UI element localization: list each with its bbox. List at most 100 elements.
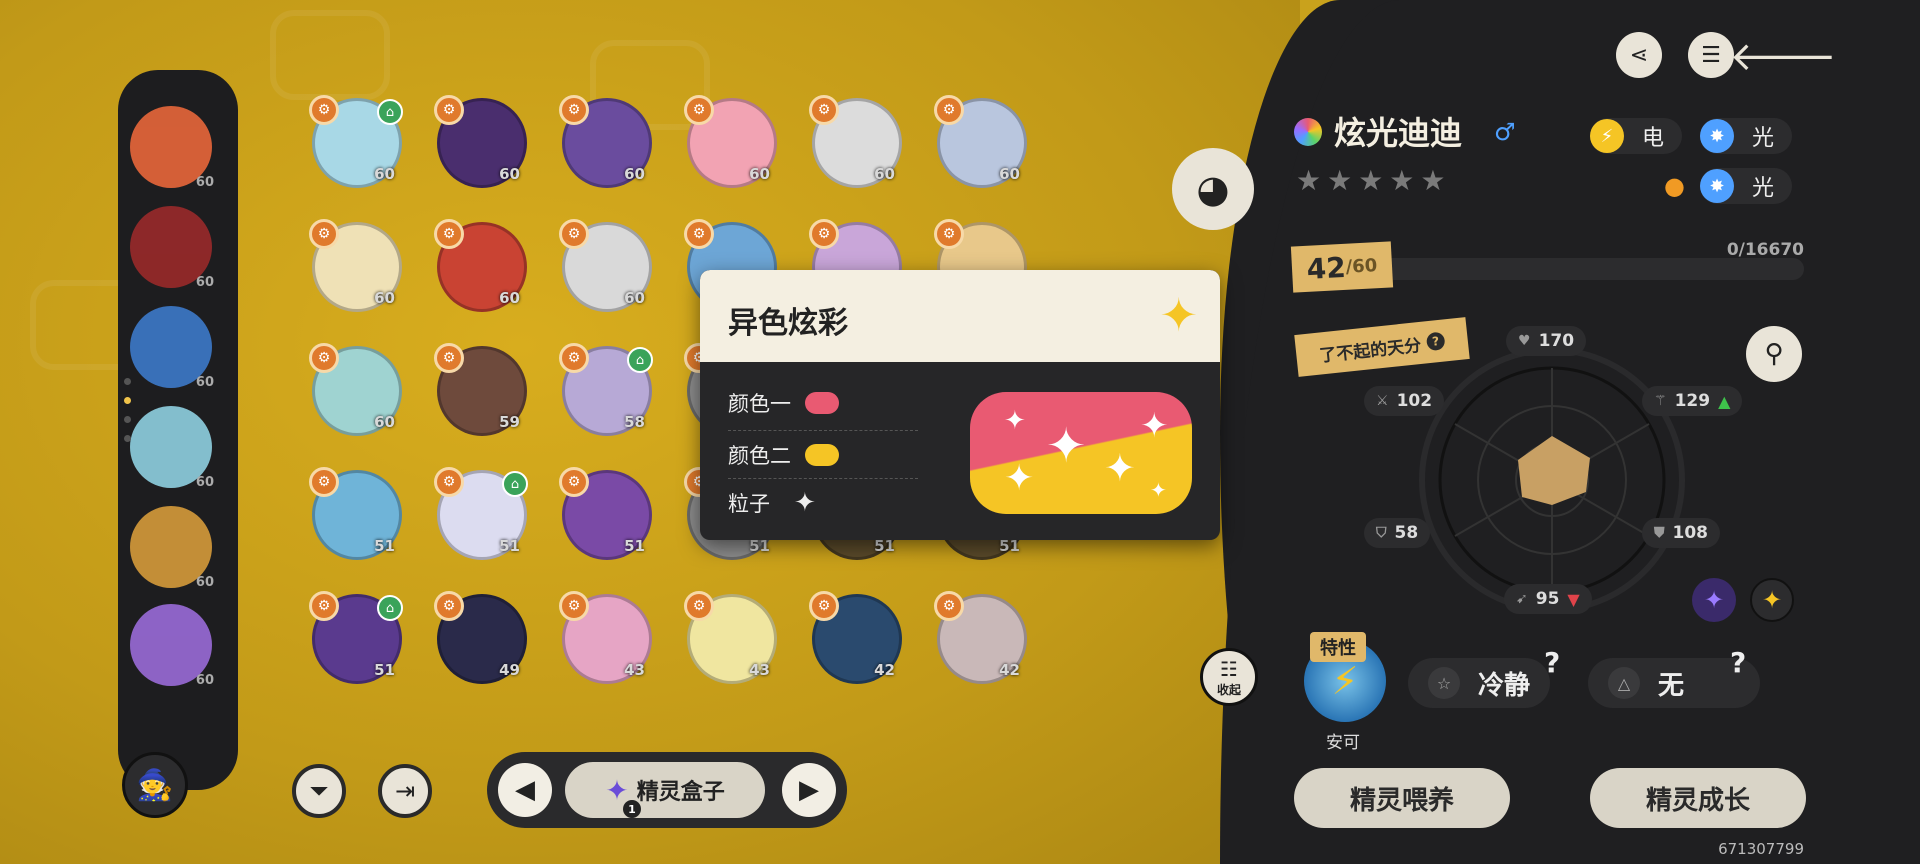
sword-icon: ⚔ <box>1376 393 1389 409</box>
stat-hp-value: 170 <box>1538 331 1575 351</box>
exit-button[interactable]: ⇥ <box>378 764 432 818</box>
purple-gem-button[interactable]: ✦ <box>1692 578 1736 622</box>
popup-title: 异色炫彩 <box>728 306 848 341</box>
pet-box-button[interactable]: ✦ 精灵盒子 1 <box>565 762 765 818</box>
pet-silhouette-icon: ◕ <box>1196 167 1230 211</box>
team-pet-slot[interactable]: 60 <box>130 206 214 290</box>
color-two-swatch <box>805 444 839 466</box>
pet-card[interactable]: ⚙ 60 <box>309 219 402 312</box>
nature-help-icon[interactable]: ? <box>1544 646 1560 679</box>
filter-icon: ⏷ <box>309 777 329 805</box>
gear-badge-icon: ⚙ <box>434 591 464 621</box>
type-pill-light-2: ✸ 光 <box>1700 168 1793 204</box>
grow-button[interactable]: 精灵成长 <box>1590 768 1806 828</box>
pet-card[interactable]: ⚙ 51 <box>309 467 402 560</box>
talent-label: 了不起的天分 <box>1318 335 1423 367</box>
extra-help-icon[interactable]: ? <box>1730 646 1746 679</box>
level-badge: 42 /60 <box>1290 241 1394 293</box>
pet-name: 炫光迪迪 <box>1334 114 1463 152</box>
home-icon: ⌂ <box>502 471 528 497</box>
stat-radar-chart <box>1419 347 1685 613</box>
nature-pill[interactable]: ☆ 冷静 <box>1408 658 1551 708</box>
gem-icon: ✦ <box>1703 586 1725 614</box>
feed-button[interactable]: 精灵喂养 <box>1294 768 1510 828</box>
pet-card[interactable]: ⚙ 60 <box>434 95 527 188</box>
pet-level: 60 <box>874 165 895 183</box>
gear-badge-icon: ⚙ <box>559 591 589 621</box>
gear-badge-icon: ⚙ <box>684 219 714 249</box>
sparkle-icon: ✦ <box>1150 478 1167 502</box>
stat-sp-attack-value: 129 <box>1674 391 1711 411</box>
gear-badge-icon: ⚙ <box>934 591 964 621</box>
color-preview: ✦ ✦ ✦ ✦ ✦ ✦ <box>970 392 1192 514</box>
stat-defense: ⛉ 58 <box>1364 518 1431 548</box>
pet-card[interactable]: ⚙ 59 <box>434 343 527 436</box>
pet-card[interactable]: ⚙ ⌂ 60 <box>309 95 403 188</box>
sparkle-icon: ✦ <box>1104 446 1136 490</box>
list-icon: ☰ <box>1701 42 1721 68</box>
stat-down-arrow-icon: ▼ <box>1567 589 1580 609</box>
type-label: 光 <box>1752 176 1775 201</box>
list-button[interactable]: ☰ <box>1688 32 1734 78</box>
light-type-icon: ✸ <box>1700 169 1734 203</box>
page-dot-active <box>124 397 131 404</box>
pet-card[interactable]: ⚙ ⌂ 58 <box>559 343 653 436</box>
type-pill-light: ✸ 光 <box>1700 118 1793 154</box>
stat-defense-value: 58 <box>1394 523 1419 543</box>
pet-level: 60 <box>499 165 520 183</box>
trait-name: 安可 <box>1326 733 1360 753</box>
pet-level: 43 <box>624 661 645 679</box>
pet-card[interactable]: ⚙ ⌂ 51 <box>309 591 403 684</box>
gear-badge-icon: ⚙ <box>309 219 339 249</box>
pet-card[interactable]: ⚙ 42 <box>934 591 1027 684</box>
pet-card[interactable]: ⚙ 42 <box>809 591 902 684</box>
team-pet-slot[interactable]: 60 <box>130 106 214 190</box>
team-pet-slot[interactable]: 60 <box>130 506 214 590</box>
user-id: 671307799 <box>1718 840 1804 858</box>
trait-tag: 特性 <box>1310 632 1366 662</box>
pet-card[interactable]: ⚙ 43 <box>684 591 777 684</box>
collapse-button[interactable]: ☷ 收起 <box>1200 648 1258 706</box>
pet-card[interactable]: ⚙ 60 <box>309 343 402 436</box>
shiny-effect-button[interactable]: ✦ <box>1750 578 1794 622</box>
pet-card[interactable]: ⚙ 60 <box>934 95 1027 188</box>
inspect-button[interactable]: ⚲ <box>1746 326 1802 382</box>
team-pet-slot[interactable]: 60 <box>130 406 214 490</box>
team-pet-slot[interactable]: 60 <box>130 306 214 390</box>
share-button[interactable]: ⋖ <box>1616 32 1662 78</box>
collapse-label: 收起 <box>1216 682 1241 697</box>
back-button[interactable]: 🡐 <box>1729 32 1836 80</box>
stat-attack: ⚔ 102 <box>1364 386 1445 416</box>
pet-card[interactable]: ⚙ 60 <box>559 219 652 312</box>
prev-box-button[interactable]: ◀ <box>498 763 552 817</box>
boot-icon: ➹ <box>1516 591 1528 607</box>
divider <box>728 478 918 479</box>
filter-button[interactable]: ⏷ <box>292 764 346 818</box>
pet-card[interactable]: ⚙ 60 <box>684 95 777 188</box>
watermark-logo <box>270 10 390 100</box>
pet-card[interactable]: ⚙ 60 <box>434 219 527 312</box>
pet-avatar-button[interactable]: ◕ <box>1172 148 1254 230</box>
pet-level: 51 <box>624 537 645 555</box>
star-outline-icon: ☆ <box>1428 667 1460 699</box>
next-box-button[interactable]: ▶ <box>782 763 836 817</box>
pet-card[interactable]: ⚙ 60 <box>809 95 902 188</box>
page-dot <box>124 435 131 442</box>
gear-badge-icon: ⚙ <box>934 219 964 249</box>
shiny-star-icon: ✦ <box>1159 288 1198 342</box>
wizard-hat-icon: 🧙 <box>136 767 174 803</box>
wizard-hat-button[interactable]: 🧙 <box>122 752 188 818</box>
team-pet-level: 60 <box>195 575 214 590</box>
pet-card[interactable]: ⚙ 49 <box>434 591 527 684</box>
divider <box>728 430 918 431</box>
team-pet-slot[interactable]: 60 <box>130 604 214 688</box>
pet-card[interactable]: ⚙ 60 <box>559 95 652 188</box>
list-icon: ☷ <box>1220 656 1238 681</box>
particle-row: 粒子 ✦ <box>728 488 918 518</box>
gear-badge-icon: ⚙ <box>684 95 714 125</box>
pet-card[interactable]: ⚙ ⌂ 51 <box>434 467 528 560</box>
pet-card[interactable]: ⚙ 43 <box>559 591 652 684</box>
pet-card[interactable]: ⚙ 51 <box>559 467 652 560</box>
stat-sp-defense: ⛊ 108 <box>1642 518 1720 548</box>
share-icon: ⋖ <box>1629 42 1649 68</box>
